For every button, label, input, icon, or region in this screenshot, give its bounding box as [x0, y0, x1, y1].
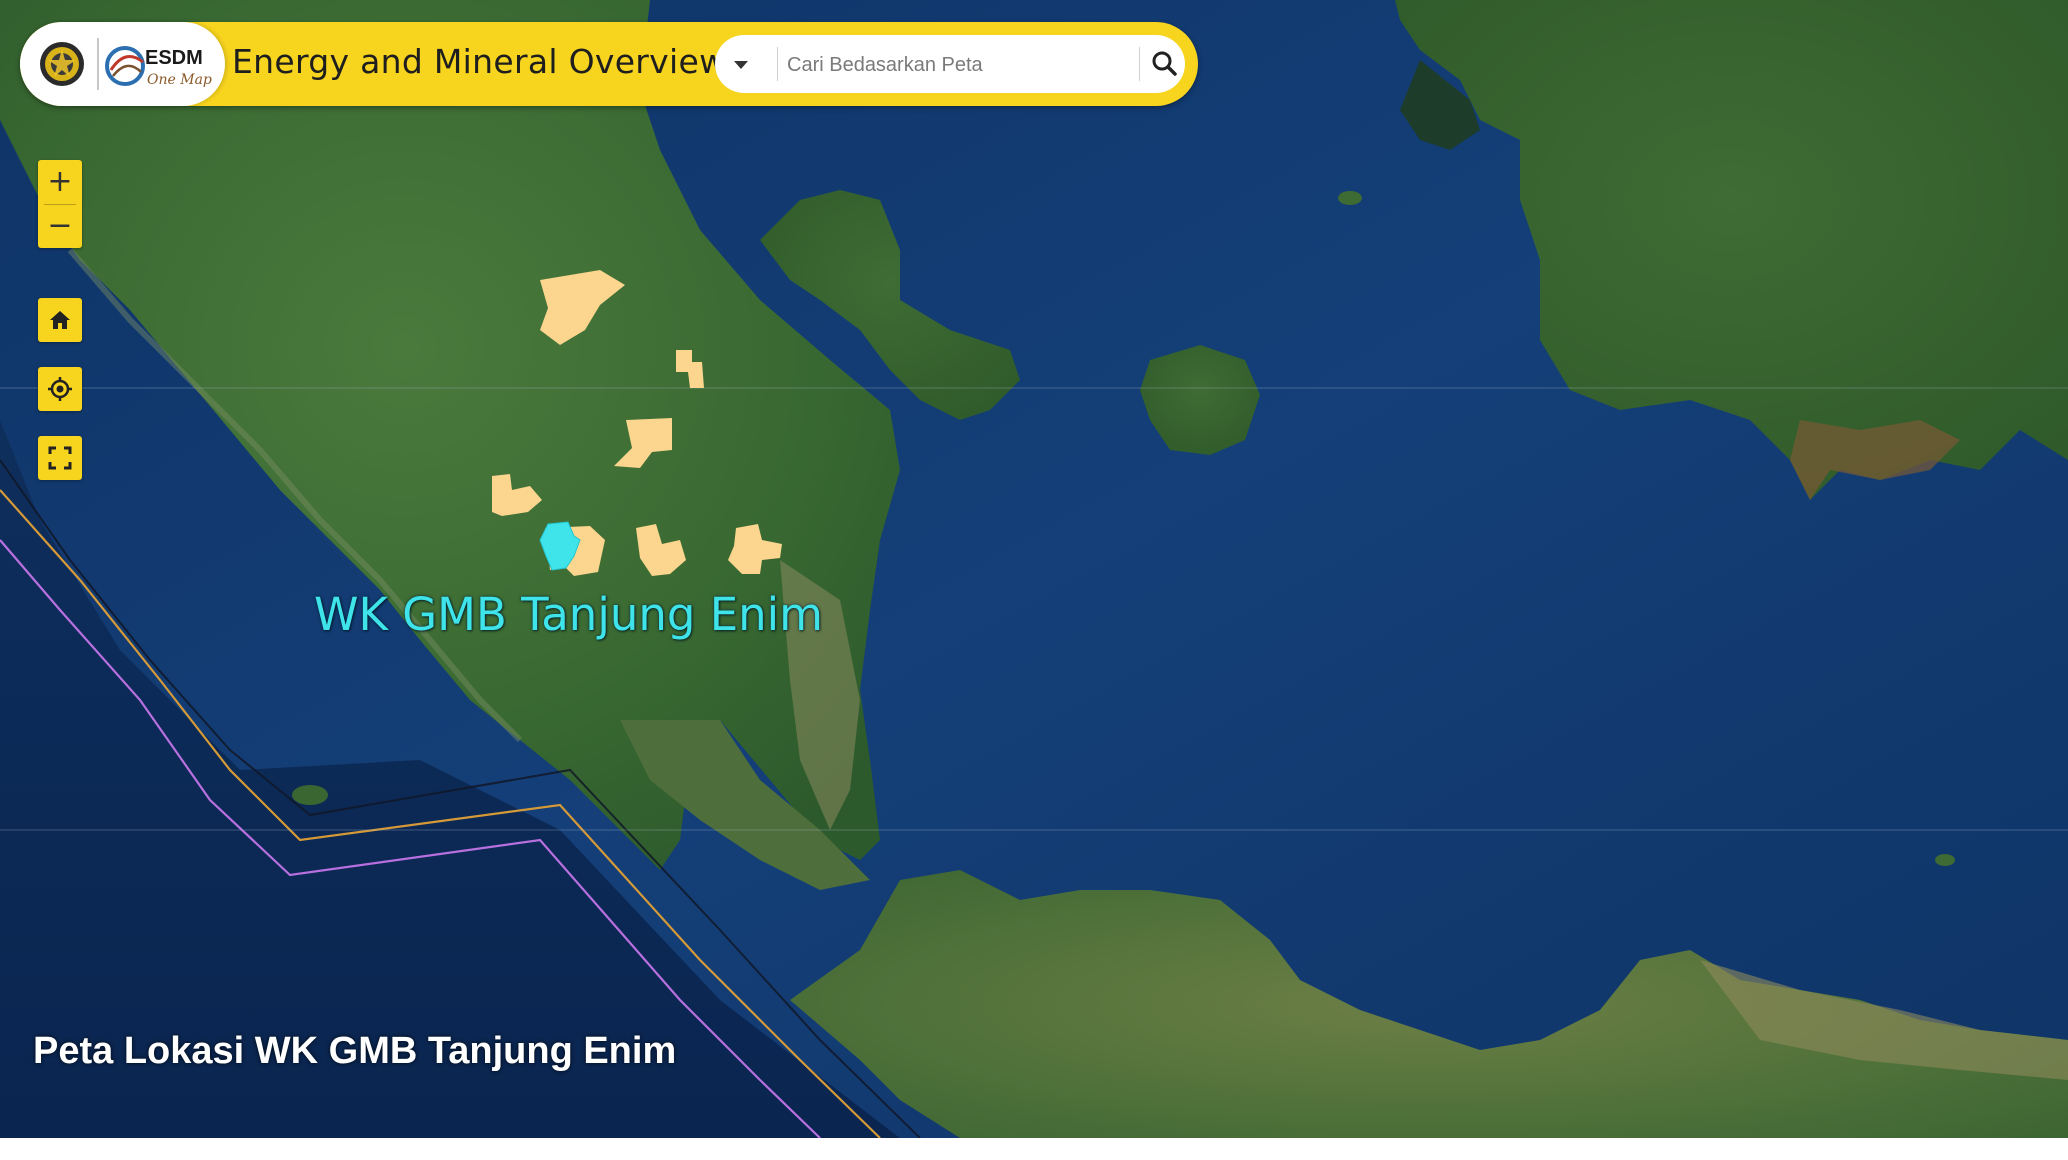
- search-divider: [777, 47, 778, 81]
- logo-divider: [97, 38, 99, 90]
- fullscreen-button[interactable]: [38, 436, 82, 480]
- home-button[interactable]: [38, 298, 82, 342]
- search-input[interactable]: [785, 43, 1129, 87]
- zoom-in-button[interactable]: +: [38, 160, 82, 204]
- locate-button[interactable]: [38, 367, 82, 411]
- search-icon: [1152, 51, 1177, 76]
- search-bar: [715, 35, 1185, 93]
- zoom-control: + −: [38, 160, 82, 248]
- locate-icon: [48, 377, 72, 401]
- highlighted-area-label: WK GMB Tanjung Enim: [314, 588, 824, 641]
- map-caption: Peta Lokasi WK GMB Tanjung Enim: [33, 1030, 677, 1072]
- logo-subtext: One Map: [147, 72, 212, 88]
- search-button[interactable]: [1145, 44, 1185, 84]
- home-icon: [50, 311, 70, 329]
- map-viewport[interactable]: ESDM One Map Energy and Mineral Overview…: [0, 0, 2068, 1138]
- islet-2: [1935, 854, 1955, 866]
- top-toolbar: ESDM One Map Energy and Mineral Overview: [20, 22, 1198, 106]
- zoom-out-button[interactable]: −: [38, 204, 82, 248]
- islet-1: [1338, 191, 1362, 205]
- search-button-divider: [1139, 47, 1140, 81]
- logo-container[interactable]: ESDM One Map: [20, 22, 225, 106]
- logo-text: ESDM: [145, 47, 203, 69]
- chevron-down-icon: [734, 61, 748, 69]
- ministry-emblem-icon: [40, 42, 84, 86]
- esdm-one-map-logo: ESDM One Map: [105, 46, 212, 88]
- search-category-dropdown[interactable]: [715, 35, 767, 93]
- fullscreen-icon: [48, 446, 72, 470]
- islet-3: [292, 785, 328, 805]
- app-title: Energy and Mineral Overview: [232, 42, 727, 81]
- satellite-map[interactable]: [0, 0, 2068, 1138]
